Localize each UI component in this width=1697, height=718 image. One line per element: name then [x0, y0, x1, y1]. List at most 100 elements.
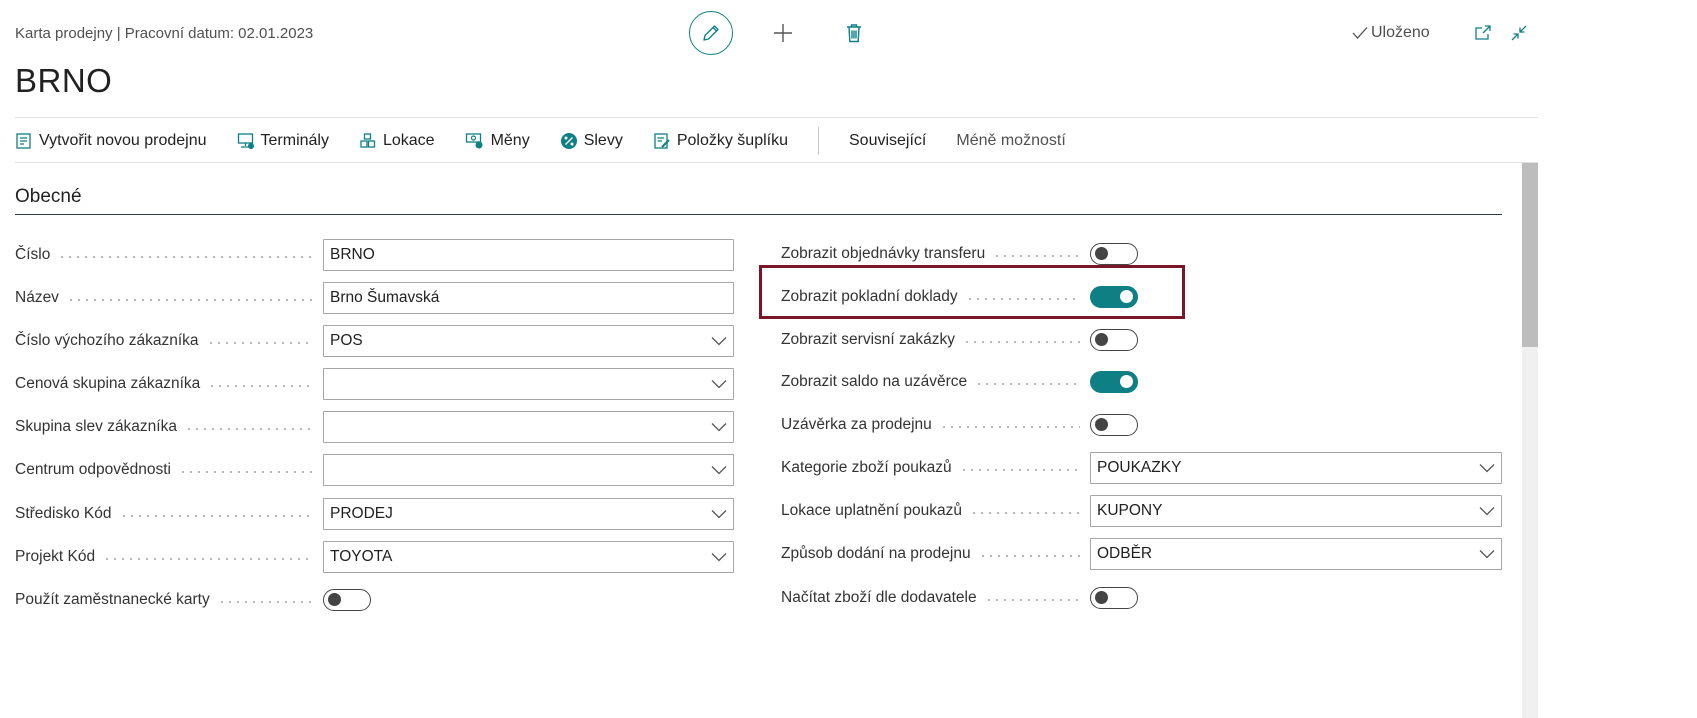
leader-dots — [206, 342, 313, 344]
field-label: Číslo — [15, 246, 51, 263]
leader-dots — [178, 471, 313, 473]
action-bar: Vytvořit novou prodejnu Terminály Lokace… — [15, 125, 1096, 157]
select-field[interactable]: POUKAZKY — [1090, 452, 1502, 484]
action-bar-divider — [818, 127, 819, 155]
chevron-down-icon — [1479, 507, 1495, 516]
related-menu[interactable]: Související — [849, 132, 926, 150]
field-label: Způsob dodání na prodejnu — [781, 545, 971, 562]
toggle-switch[interactable] — [323, 589, 371, 611]
section-underline — [15, 214, 1502, 215]
field-label: Zobrazit saldo na uzávěrce — [781, 373, 968, 390]
field-label: Zobrazit servisní zakázky — [781, 331, 955, 348]
select-field[interactable]: PRODEJ — [323, 498, 734, 530]
leader-dots — [969, 512, 1080, 514]
create-store-label: Vytvořit novou prodejnu — [39, 132, 207, 149]
text-field[interactable]: BRNO — [323, 239, 734, 271]
create-store-action[interactable]: Vytvořit novou prodejnu — [15, 132, 207, 150]
toggle-knob — [1095, 591, 1108, 604]
toggle-switch[interactable] — [1090, 414, 1138, 436]
toggle-switch[interactable] — [1090, 329, 1138, 351]
leader-dots — [103, 558, 313, 560]
field-label: Načítat zboží dle dodavatele — [781, 589, 977, 606]
fewer-options-button[interactable]: Méně možností — [956, 132, 1065, 150]
chevron-down-icon — [711, 466, 727, 475]
page-title: BRNO — [15, 62, 113, 99]
edit-button[interactable] — [689, 11, 733, 55]
select-field[interactable]: TOYOTA — [323, 541, 734, 573]
field-label: Skupina slev zákazníka — [15, 418, 177, 435]
field-label: Centrum odpovědnosti — [15, 461, 171, 478]
field-value: BRNO — [330, 246, 375, 263]
breadcrumb: Karta prodejny | Pracovní datum: 02.01.2… — [15, 25, 314, 42]
chevron-down-icon — [1479, 550, 1495, 559]
toggle-switch[interactable] — [1090, 243, 1138, 265]
field-value: TOYOTA — [330, 548, 393, 565]
leader-dots — [939, 426, 1080, 428]
drawer-items-icon — [654, 133, 670, 149]
header-divider — [15, 117, 1538, 118]
field-label: Kategorie zboží poukazů — [781, 459, 952, 476]
currency-icon — [465, 133, 483, 149]
location-icon — [360, 133, 376, 148]
chevron-down-icon — [711, 337, 727, 346]
fewer-options-label: Méně možností — [956, 132, 1066, 149]
select-field[interactable]: KUPONY — [1090, 495, 1502, 527]
drawer-items-action[interactable]: Položky šuplíku — [653, 132, 788, 150]
currencies-label: Měny — [490, 132, 530, 149]
field-label: Číslo výchozího zákazníka — [15, 332, 199, 349]
terminals-action[interactable]: Terminály — [237, 132, 329, 150]
chevron-down-icon — [711, 423, 727, 432]
select-field[interactable] — [323, 368, 734, 400]
delete-button[interactable] — [843, 21, 865, 45]
toggle-knob — [1095, 333, 1108, 346]
select-field[interactable]: ODBĚR — [1090, 538, 1502, 570]
select-field[interactable] — [323, 411, 734, 443]
plus-icon — [774, 24, 792, 42]
text-field[interactable]: Brno Šumavská — [323, 282, 734, 314]
leader-dots — [208, 385, 313, 387]
chevron-down-icon — [711, 510, 727, 519]
field-value: POS — [330, 332, 363, 349]
leader-dots — [978, 555, 1080, 557]
select-field[interactable]: POS — [323, 325, 734, 357]
new-button[interactable] — [771, 21, 795, 45]
toggle-knob — [328, 593, 341, 606]
discounts-label: Slevy — [583, 132, 623, 149]
discounts-action[interactable]: Slevy — [560, 132, 623, 150]
chevron-down-icon — [1479, 464, 1495, 473]
currencies-action[interactable]: Měny — [465, 132, 530, 150]
save-status-label: Uloženo — [1371, 24, 1430, 41]
select-field[interactable] — [323, 454, 734, 486]
leader-dots — [959, 469, 1080, 471]
field-row: Načítat zboží dle dodavatele — [0, 0, 1138, 609]
leader-dots — [217, 601, 313, 603]
toggle-knob — [1095, 418, 1108, 431]
locations-action[interactable]: Lokace — [359, 132, 435, 150]
field-value: KUPONY — [1097, 502, 1163, 519]
related-label: Související — [849, 132, 927, 149]
chevron-down-icon — [711, 380, 727, 389]
pencil-icon — [703, 25, 719, 41]
scrollbar-thumb[interactable] — [1522, 163, 1538, 347]
leader-dots — [119, 515, 313, 517]
collapse-icon — [1511, 25, 1527, 41]
chevron-down-icon — [711, 553, 727, 562]
field-label: Uzávěrka za prodejnu — [781, 416, 932, 433]
terminals-label: Terminály — [260, 132, 329, 149]
collapse-button[interactable] — [1508, 22, 1530, 44]
toggle-switch[interactable] — [1090, 587, 1138, 609]
open-new-window-button[interactable] — [1472, 22, 1494, 44]
leader-dots — [963, 341, 1080, 343]
leader-dots — [184, 428, 313, 430]
save-status: Uloženo — [1352, 24, 1430, 42]
toggle-knob — [1120, 375, 1133, 388]
field-label: Název — [15, 289, 59, 306]
toggle-switch[interactable] — [1090, 371, 1138, 393]
highlight-annotation — [759, 265, 1185, 319]
field-value: Brno Šumavská — [330, 289, 440, 306]
locations-label: Lokace — [382, 132, 435, 149]
checkmark-icon — [1352, 27, 1368, 39]
terminal-icon — [237, 133, 254, 149]
section-title[interactable]: Obecné — [15, 186, 82, 208]
leader-dots — [993, 255, 1080, 257]
